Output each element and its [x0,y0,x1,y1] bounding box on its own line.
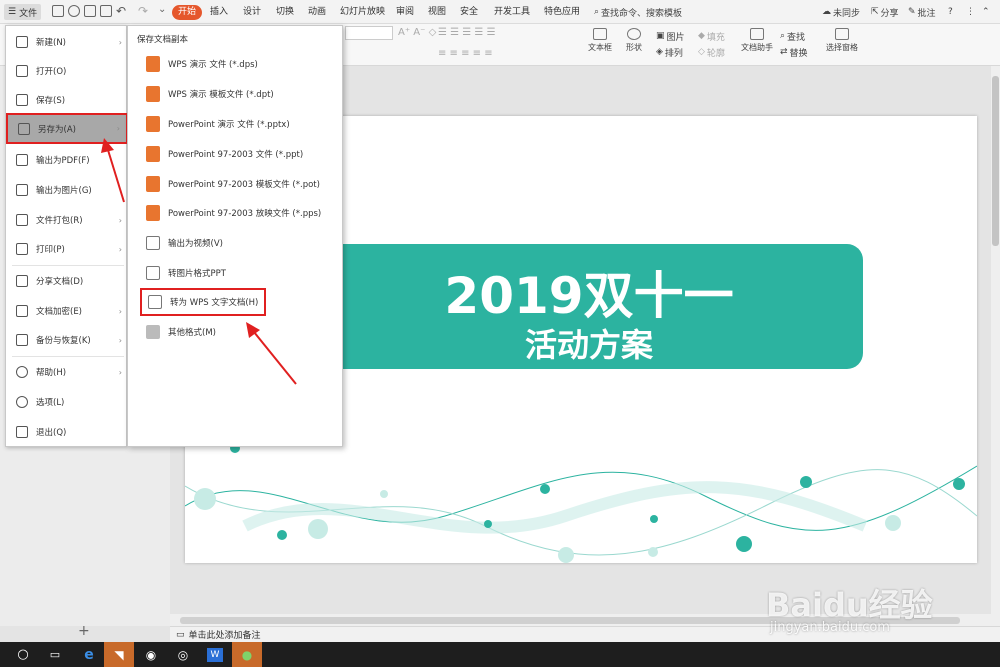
annotation-arrows [101,138,297,385]
watermark-url: jingyan.baidu.com [770,620,890,635]
